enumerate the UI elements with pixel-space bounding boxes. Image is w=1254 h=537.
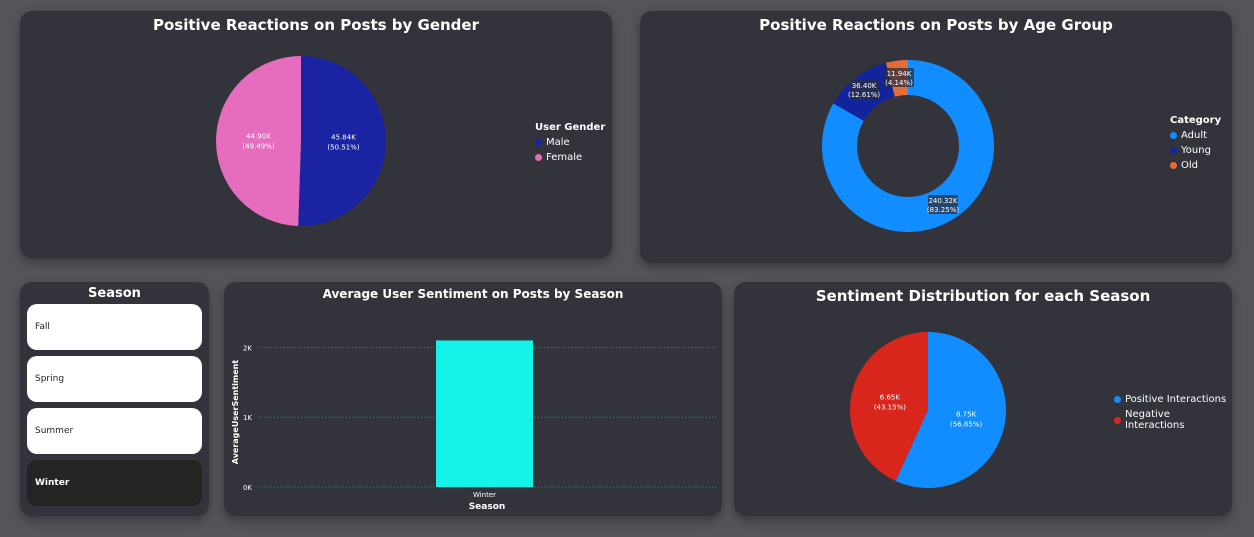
age-legend-item-old[interactable]: Old [1170,160,1221,171]
legend-dot-icon [1170,147,1177,154]
gender-legend-label: Female [546,152,583,163]
season-pie-legend: Positive Interactions Negative Interactio… [1114,394,1232,435]
gender-legend-item-male[interactable]: Male [535,137,605,148]
season-option-fall[interactable]: Fall [27,304,202,350]
age-pct-label-young: (12.61%) [848,91,880,99]
age-donut-card: Positive Reactions on Posts by Age Group… [640,11,1232,263]
gender-legend: User Gender Male Female [535,122,605,167]
legend-dot-icon [535,139,542,146]
season-legend-label: Negative Interactions [1124,409,1185,431]
season-legend-item-positive-interactions[interactable]: Positive Interactions [1114,394,1232,405]
gender-data-label-male: 45.84K [331,134,356,142]
age-legend-label: Young [1181,145,1211,156]
season-legend-item-negative-interactions[interactable]: Negative Interactions [1114,409,1232,431]
gender-pct-label-female: (49.49%) [242,142,274,150]
age-pct-label-old: (4.14%) [885,79,913,87]
season-slicer-card: Season Fall Spring Summer Winter [20,282,209,516]
season-option-winter[interactable]: Winter [27,460,202,506]
legend-dot-icon [1170,162,1177,169]
sentiment-bar-card: Average User Sentiment on Posts by Seaso… [224,282,722,516]
age-pct-label-adult: (83.25%) [927,206,959,214]
gender-pie-card: Positive Reactions on Posts by Gender 45… [20,11,612,258]
season-data-label-negative-interactions: 6.65K [880,394,901,402]
y-tick-label-0: 0K [243,484,252,492]
age-legend-item-adult[interactable]: Adult [1170,130,1221,141]
gender-pct-label-male: (50.51%) [327,144,359,152]
legend-dot-icon [1114,396,1121,403]
season-pie-legend-items: Positive Interactions Negative Interactio… [1114,394,1232,431]
legend-dot-icon [1170,132,1177,139]
season-pct-label-positive-interactions: (56.85%) [950,420,982,428]
season-data-label-positive-interactions: 8.75K [956,410,977,418]
y-tick-label-1: 1K [243,414,252,422]
season-slicer-title: Season [88,286,141,301]
legend-dot-icon [535,154,542,161]
age-legend-items: Adult Young Old [1170,130,1221,171]
season-option-spring[interactable]: Spring [27,356,202,402]
gender-legend-item-female[interactable]: Female [535,152,605,163]
season-pct-label-negative-interactions: (43.15%) [874,404,906,412]
bar-winter[interactable] [436,340,533,487]
gender-data-label-female: 44.90K [246,132,271,140]
y-tick-label-2: 2K [243,344,252,352]
season-legend-label: Positive Interactions [1125,394,1227,405]
y-axis-title: AverageUserSentiment [231,360,240,465]
age-legend: Category Adult Young Old [1170,115,1221,175]
gender-slice-female[interactable] [216,56,301,226]
sentiment-bar-chart[interactable]: 0K 1K 2K Winter Season AverageUserSentiment [224,282,722,516]
age-donut-chart[interactable]: 240.32K(83.25%) 36.40K(12.61%) 11.94K(4.14… [640,11,1232,263]
gender-legend-title: User Gender [535,122,606,133]
gender-legend-items: Male Female [535,137,605,163]
age-data-label-old: 11.94K [887,70,912,78]
legend-dot-icon [1114,416,1121,424]
age-legend-title: Category [1170,115,1222,126]
x-tick-label-winter: Winter [473,491,496,499]
x-axis-title: Season [469,502,506,512]
season-option-summer[interactable]: Summer [27,408,202,454]
age-legend-item-young[interactable]: Young [1170,145,1221,156]
gender-pie-chart[interactable]: 45.84K (50.51%) 44.90K (49.49%) [20,11,612,258]
age-legend-label: Old [1181,160,1198,171]
age-data-label-adult: 240.32K [928,197,957,205]
gender-legend-label: Male [546,137,570,148]
season-pie-card: Sentiment Distribution for each Season 8… [734,282,1232,516]
age-data-label-young: 36.40K [852,82,877,90]
age-legend-label: Adult [1181,130,1208,141]
